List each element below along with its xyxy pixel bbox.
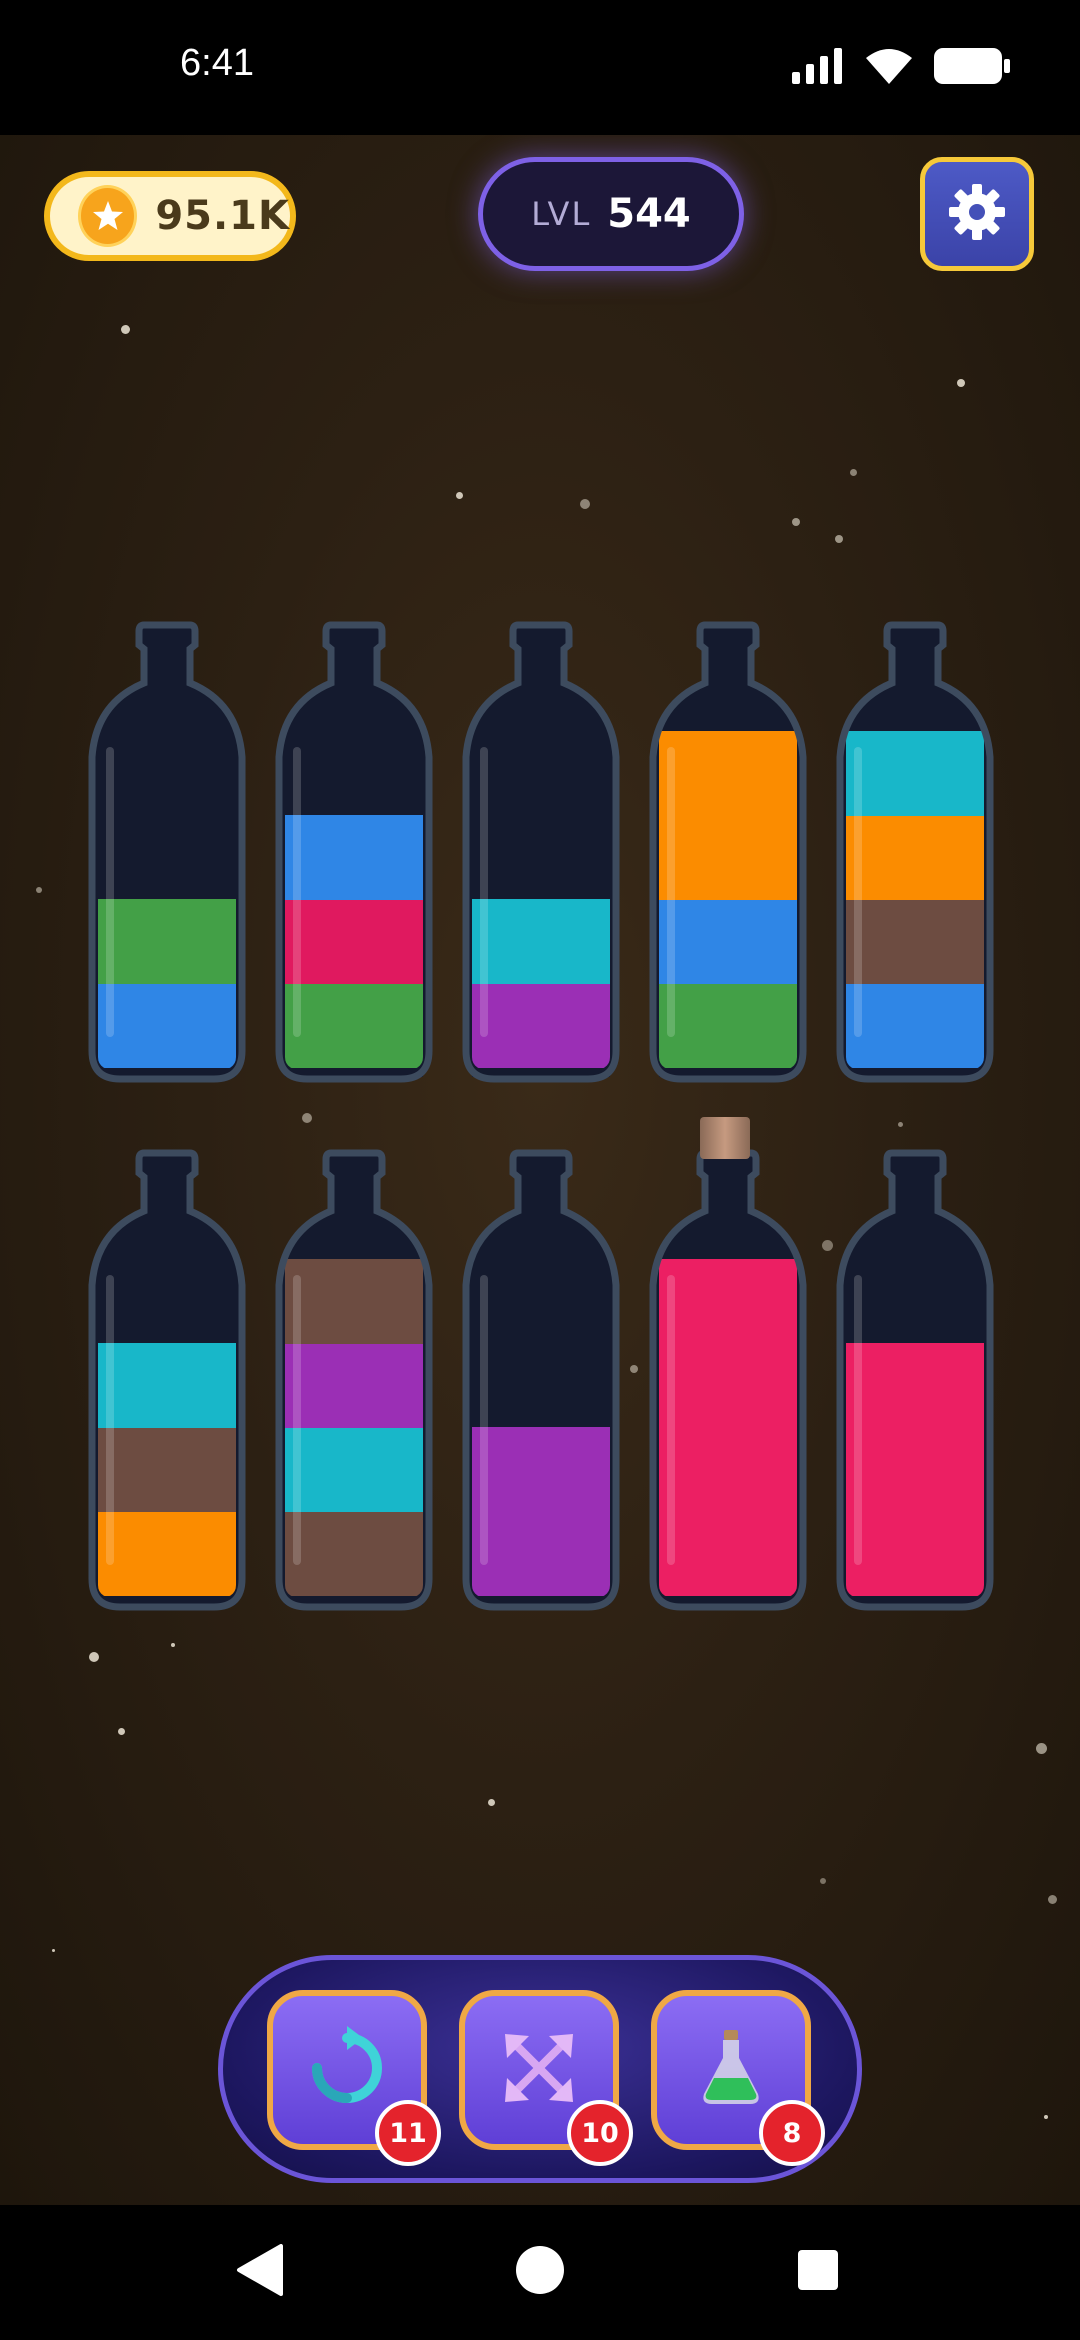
bottle[interactable] [643, 617, 813, 1097]
liquid-layer [285, 1259, 423, 1344]
liquid-layer [846, 899, 984, 984]
star-decoration [1044, 2115, 1048, 2119]
liquid-layer [285, 1343, 423, 1428]
liquid-layer [659, 1511, 797, 1596]
bottle[interactable] [269, 617, 439, 1097]
refresh-icon [305, 2025, 389, 2115]
wifi-icon [866, 48, 912, 89]
undo-button[interactable]: 11 [267, 1990, 441, 2166]
liquid-layer [472, 983, 610, 1068]
bottle[interactable] [643, 1117, 813, 1625]
status-time: 6:41 [180, 42, 254, 84]
bottle[interactable] [456, 617, 626, 1097]
liquid-layer [285, 899, 423, 984]
liquid-layer [98, 1511, 236, 1596]
game-board: 95.1K LVL 544 11 10 8 [0, 135, 1080, 2205]
signal-icon [792, 48, 844, 89]
system-nav-bar [0, 2205, 1080, 2340]
shuffle-count-badge: 10 [567, 2100, 633, 2166]
recents-square-icon [796, 2248, 840, 2297]
liquid-layer [659, 815, 797, 900]
extra-bottle-button[interactable]: 8 [651, 1990, 825, 2166]
liquid-layer [472, 899, 610, 984]
liquid-layer [285, 983, 423, 1068]
liquid-layer [98, 1343, 236, 1428]
shuffle-arrows-icon [499, 2028, 579, 2113]
battery-icon [934, 48, 1010, 89]
liquid-layer [659, 1343, 797, 1428]
bottle[interactable] [82, 1145, 252, 1625]
liquid-layer [659, 1427, 797, 1512]
liquid-layer [285, 1511, 423, 1596]
extra-bottle-count-badge: 8 [759, 2100, 825, 2166]
liquid-layer [846, 983, 984, 1068]
liquid-layer [659, 983, 797, 1068]
liquid-layer [659, 731, 797, 816]
liquid-layer [285, 1427, 423, 1512]
liquid-layer [285, 815, 423, 900]
potion-flask-icon [696, 2028, 766, 2113]
status-icons [792, 48, 1010, 89]
star-decoration [52, 1949, 55, 1952]
bottle[interactable] [830, 617, 1000, 1097]
liquid-layer [846, 1427, 984, 1512]
bottle[interactable] [82, 617, 252, 1097]
liquid-layer [472, 1427, 610, 1512]
status-bar: 6:41 [0, 0, 1080, 135]
booster-toolbar: 11 10 8 [218, 1955, 862, 2183]
liquid-layer [846, 731, 984, 816]
liquid-layer [98, 1427, 236, 1512]
liquid-layer [472, 1511, 610, 1596]
bottle[interactable] [830, 1145, 1000, 1625]
home-button[interactable] [505, 2237, 575, 2307]
liquid-layer [659, 1259, 797, 1344]
cork-icon [700, 1117, 750, 1159]
bottle[interactable] [269, 1145, 439, 1625]
star-decoration [820, 1878, 826, 1884]
recents-button[interactable] [783, 2237, 853, 2307]
liquid-layer [659, 899, 797, 984]
liquid-layer [846, 1343, 984, 1428]
liquid-layer [98, 983, 236, 1068]
liquid-layer [98, 899, 236, 984]
back-triangle-icon [235, 2243, 285, 2301]
back-button[interactable] [225, 2237, 295, 2307]
bottle[interactable] [456, 1145, 626, 1625]
home-circle-icon [515, 2245, 565, 2300]
undo-count-badge: 11 [375, 2100, 441, 2166]
liquid-layer [846, 815, 984, 900]
bottle-grid [0, 135, 1080, 1835]
star-decoration [1048, 1895, 1057, 1904]
liquid-layer [846, 1511, 984, 1596]
shuffle-button[interactable]: 10 [459, 1990, 633, 2166]
